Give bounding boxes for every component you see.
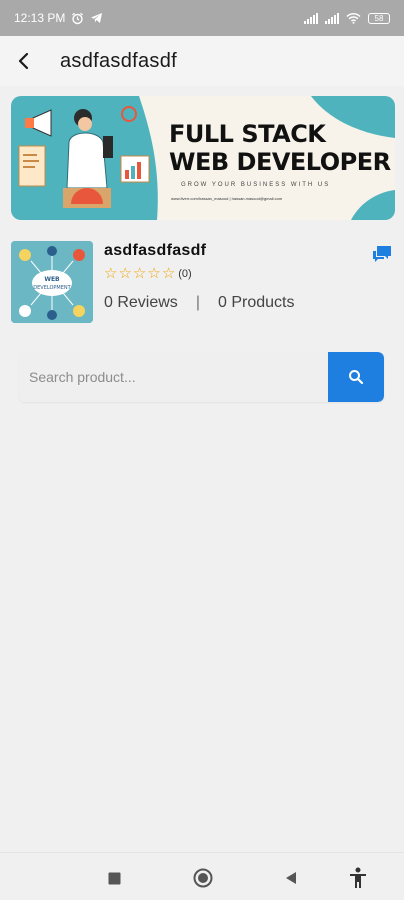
banner-title: FULL STACK WEB DEVELOPER — [169, 120, 391, 176]
star-empty-icon: ☆ — [104, 265, 118, 282]
rating-count: (0) — [178, 267, 192, 280]
star-empty-icon: ☆ — [161, 265, 176, 282]
star-empty-icon: ☆ — [118, 265, 132, 282]
svg-text:WEB: WEB — [44, 276, 60, 283]
search-button[interactable] — [328, 352, 384, 402]
back-nav-button[interactable] — [280, 867, 302, 889]
store-banner: FULL STACK WEB DEVELOPER GROW YOUR BUSIN… — [11, 96, 395, 220]
page-title: asdfasdfasdf — [60, 49, 178, 72]
star-empty-icon: ☆ — [147, 265, 161, 282]
wifi-icon — [346, 12, 361, 24]
signal-icon — [325, 12, 339, 24]
svg-text:DEVELOPMENT: DEVELOPMENT — [33, 285, 71, 291]
reviews-count[interactable]: 0 Reviews — [104, 294, 178, 312]
store-stats: 0 Reviews | 0 Products — [104, 294, 294, 312]
banner-subtitle: GROW YOUR BUSINESS WITH US — [181, 182, 331, 188]
back-button[interactable] — [4, 41, 44, 81]
chat-button[interactable] — [370, 243, 394, 267]
store-logo: WEB DEVELOPMENT — [11, 241, 93, 323]
product-search — [19, 352, 384, 402]
signal-icon — [304, 12, 318, 24]
search-input[interactable] — [19, 352, 328, 402]
stats-separator: | — [195, 294, 200, 311]
chat-icon — [373, 246, 391, 262]
status-bar: 12:13 PM 58 — [0, 0, 404, 36]
products-count[interactable]: 0 Products — [218, 294, 294, 312]
accessibility-button[interactable] — [347, 867, 369, 889]
status-time: 12:13 PM — [14, 11, 66, 25]
star-rating: ☆ ☆ ☆ ☆ ☆ (0) — [104, 265, 192, 282]
back-triangle-icon — [286, 872, 296, 884]
alarm-icon — [72, 12, 84, 24]
battery-icon: 58 — [368, 12, 390, 24]
recents-square-icon — [108, 872, 120, 884]
recents-button[interactable] — [103, 867, 125, 889]
banner-contact: www.fiverr.com/hassan_masood | hassan.ma… — [171, 196, 283, 201]
app-bar: asdfasdfasdf — [0, 36, 404, 86]
arrow-back-icon — [18, 52, 29, 70]
system-nav-bar — [0, 852, 404, 900]
star-empty-icon: ☆ — [132, 265, 147, 282]
home-button[interactable] — [192, 867, 214, 889]
accessibility-icon — [350, 867, 366, 888]
store-name: asdfasdfasdf — [104, 242, 207, 259]
home-circle-icon — [193, 868, 213, 888]
telegram-icon — [91, 13, 103, 23]
search-icon — [349, 370, 364, 385]
